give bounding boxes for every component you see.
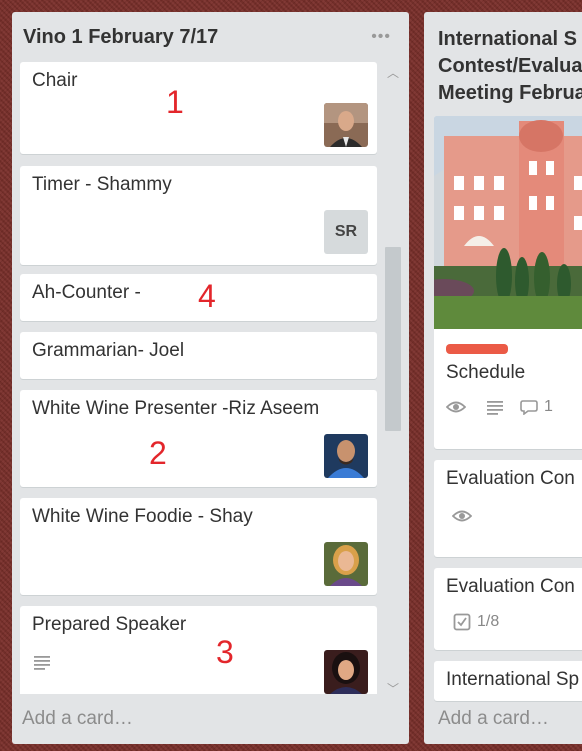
annotation-number: 3 xyxy=(216,634,234,670)
annotation-number: 2 xyxy=(149,435,167,471)
description-icon xyxy=(34,656,50,670)
card-title: White Wine Presenter -Riz Aseem xyxy=(32,398,320,419)
chevron-down-icon[interactable]: ﹀ xyxy=(385,680,401,696)
list-title-line: International S xyxy=(438,28,577,50)
chevron-up-icon[interactable]: ︿ xyxy=(385,64,401,80)
card-prepared-speaker[interactable]: Prepared Speaker 3 xyxy=(20,606,377,694)
card-chair[interactable]: Chair 1 xyxy=(20,62,377,154)
list-international: International S Contest/Evalua Meeting F… xyxy=(424,12,582,744)
comment-icon xyxy=(520,400,538,415)
list-title[interactable]: Vino 1 February 7/17 xyxy=(23,26,218,49)
list-title-line: Meeting Februa xyxy=(438,82,582,104)
avatar[interactable] xyxy=(324,103,368,147)
card-title: Evaluation Con xyxy=(446,576,575,597)
card-white-wine-foodie[interactable]: White Wine Foodie - Shay xyxy=(20,498,377,595)
card-title: Evaluation Con xyxy=(446,468,575,489)
card-title: Ah-Counter - xyxy=(32,282,141,303)
card-title: Chair xyxy=(32,70,78,91)
description-icon xyxy=(487,401,503,415)
annotation-number: 1 xyxy=(166,84,184,120)
checklist-count: 1/8 xyxy=(477,613,500,630)
list-title-line: Contest/Evalua xyxy=(438,55,582,77)
card-label-red[interactable] xyxy=(446,344,508,354)
card-title: Grammarian- Joel xyxy=(32,340,185,361)
card-timer[interactable]: Timer - Shammy SR xyxy=(20,166,377,265)
card-title: Prepared Speaker xyxy=(32,614,187,635)
card-title: International Sp xyxy=(446,669,580,690)
card-ah-counter[interactable]: Ah-Counter - 4 xyxy=(20,274,377,321)
annotation-number: 4 xyxy=(198,278,216,314)
checklist-icon xyxy=(453,613,471,631)
scrollbar-thumb[interactable] xyxy=(385,247,401,431)
card-title: Schedule xyxy=(446,362,526,383)
card-grammarian[interactable]: Grammarian- Joel xyxy=(20,332,377,379)
ellipsis-icon[interactable]: ••• xyxy=(371,28,391,46)
card-white-wine-presenter[interactable]: White Wine Presenter -Riz Aseem 2 xyxy=(20,390,377,487)
avatar[interactable] xyxy=(324,542,368,586)
comment-count: 1 xyxy=(544,398,553,415)
scrollbar[interactable]: ︿ ﹀ xyxy=(383,62,403,696)
avatar-initials[interactable]: SR xyxy=(324,210,368,254)
card-list: Chair 1 Timer - Shammy SR Ah-Counter - 4 xyxy=(12,62,409,694)
avatar[interactable] xyxy=(324,650,368,694)
card-schedule[interactable]: Schedule 1 xyxy=(434,116,582,449)
eye-icon xyxy=(452,510,472,522)
card-title: Timer - Shammy xyxy=(32,174,172,195)
card-cover-image xyxy=(434,116,582,329)
add-card-button[interactable]: Add a card… xyxy=(438,708,549,730)
add-card-button[interactable]: Add a card… xyxy=(22,708,133,730)
list-title[interactable]: International S Contest/Evalua Meeting F… xyxy=(438,26,582,107)
card-badges: 1 xyxy=(446,398,553,416)
list-vino: Vino 1 February 7/17 ••• Chair 1 Timer -… xyxy=(12,12,409,744)
avatar[interactable] xyxy=(324,434,368,478)
card-evaluation-contest[interactable]: Evaluation Con xyxy=(434,460,582,557)
eye-icon xyxy=(446,401,466,413)
checklist-badge: 1/8 xyxy=(453,613,499,631)
card-evaluation-contest-2[interactable]: Evaluation Con 1/8 xyxy=(434,568,582,650)
card-international-speech[interactable]: International Sp xyxy=(434,661,582,701)
card-title: White Wine Foodie - Shay xyxy=(32,506,253,527)
